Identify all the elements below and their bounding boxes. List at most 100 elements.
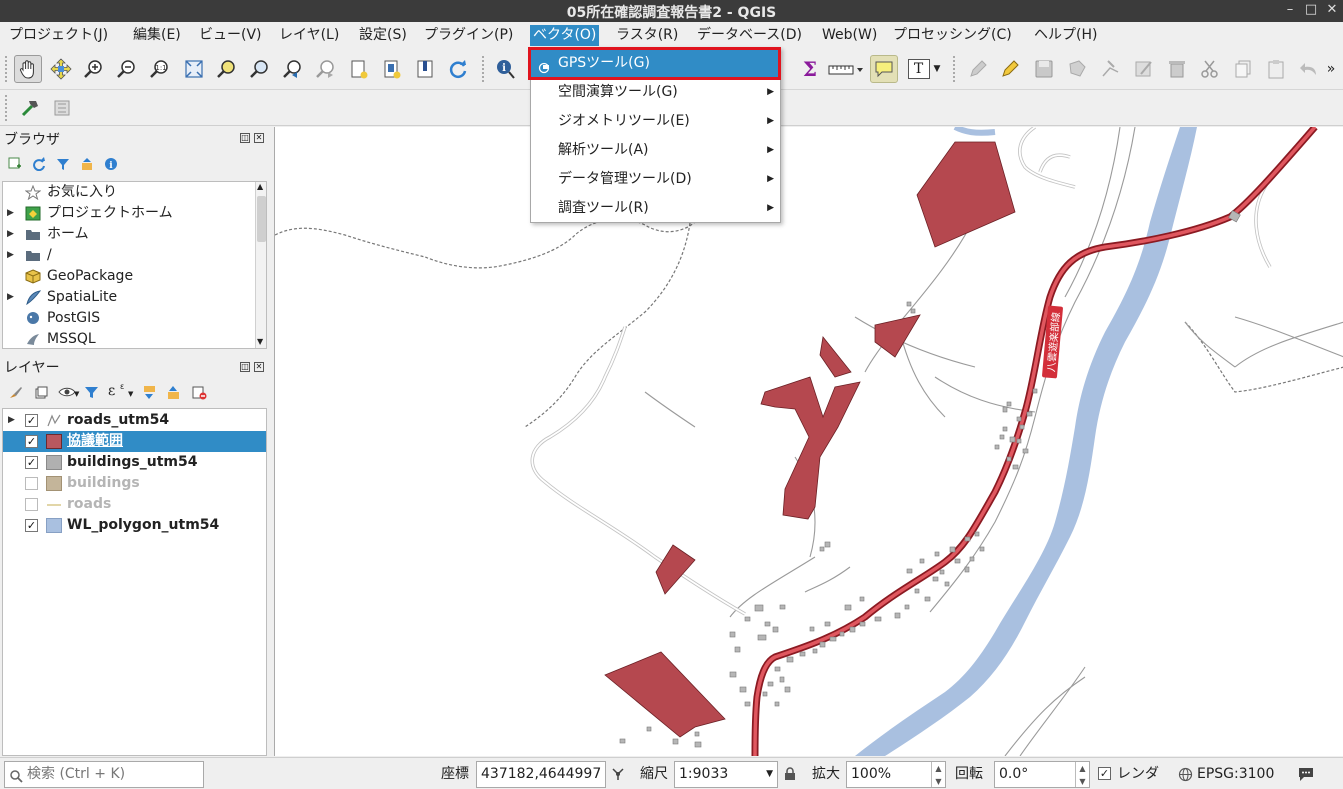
spin-arrows-icon[interactable]: ▲ ▼: [1075, 762, 1089, 787]
chevron-down-icon[interactable]: ▼: [128, 390, 133, 398]
delete-selected-button[interactable]: [1163, 55, 1191, 83]
measure-button[interactable]: [826, 55, 866, 83]
magnifier-spinbox[interactable]: 100% ▲ ▼: [846, 761, 946, 788]
menu-vector[interactable]: ベクタ(O): [530, 25, 600, 46]
toolbar-overflow-button[interactable]: »: [1322, 55, 1340, 83]
zoom-to-selection-button[interactable]: [213, 55, 241, 83]
collapse-all-icon[interactable]: [80, 157, 94, 175]
menu-item-gps-tools[interactable]: GPSツール(G): [531, 49, 780, 78]
chevron-down-icon[interactable]: ▼: [74, 390, 79, 398]
expand-arrow-icon[interactable]: ▶: [7, 245, 14, 266]
save-edits-button[interactable]: [1030, 55, 1058, 83]
map-svg[interactable]: 八雲遊楽部線: [275, 127, 1343, 756]
toolbar-grip[interactable]: [482, 56, 486, 82]
processing-toolbox-button[interactable]: [16, 94, 44, 122]
spin-arrows-icon[interactable]: ▲ ▼: [931, 762, 945, 787]
layer-visibility-checkbox[interactable]: [25, 498, 38, 511]
text-annotation-button[interactable]: T ▼: [904, 55, 944, 83]
layer-row-buildings[interactable]: buildings: [3, 473, 266, 494]
layer-visibility-checkbox[interactable]: ✓: [25, 435, 38, 448]
layer-row-wl-polygon-utm54[interactable]: ✓ WL_polygon_utm54: [3, 515, 266, 536]
coordinate-field[interactable]: 437182,4644997: [476, 761, 606, 788]
zoom-full-button[interactable]: [180, 55, 208, 83]
float-panel-icon[interactable]: ◫: [240, 362, 250, 372]
menu-view[interactable]: ビュー(V): [196, 25, 265, 46]
expand-arrow-icon[interactable]: ▶: [7, 203, 14, 224]
layer-row-buildings-utm54[interactable]: ✓ buildings_utm54: [3, 452, 266, 473]
filter-icon[interactable]: [84, 385, 99, 404]
layers-tree[interactable]: ▶ ✓ roads_utm54 ✓ 協議範囲 ✓ buildings_utm54…: [2, 408, 267, 756]
expand-arrow-icon[interactable]: ▶: [7, 224, 14, 245]
cut-features-button[interactable]: [1196, 55, 1224, 83]
browser-tree[interactable]: お気に入り ▶ プロジェクトホーム ▶ ホーム ▶ / GeoPackage ▶…: [2, 181, 267, 349]
collapse-all-icon[interactable]: [166, 385, 181, 404]
layer-row-survey-area[interactable]: ✓ 協議範囲: [3, 431, 266, 452]
current-edits-button[interactable]: [964, 55, 992, 83]
menu-plugins[interactable]: プラグイン(P): [421, 25, 516, 46]
toolbar-grip[interactable]: [5, 56, 9, 82]
browser-item-geopackage[interactable]: GeoPackage: [3, 266, 255, 287]
remove-layer-icon[interactable]: [192, 385, 207, 404]
close-button[interactable]: ✕: [1324, 2, 1340, 18]
zoom-next-button[interactable]: [312, 55, 340, 83]
close-panel-icon[interactable]: ✕: [254, 133, 264, 143]
browser-item-mssql[interactable]: MSSQL: [3, 329, 255, 348]
messages-icon[interactable]: [1297, 766, 1315, 786]
style-brush-icon[interactable]: [8, 385, 23, 404]
refresh-icon[interactable]: [32, 157, 46, 175]
zoom-last-button[interactable]: [279, 55, 307, 83]
scroll-up-icon[interactable]: ▲: [257, 182, 263, 191]
minimize-button[interactable]: –: [1282, 2, 1298, 18]
filter-icon[interactable]: [56, 157, 70, 175]
paste-features-button[interactable]: [1262, 55, 1290, 83]
expand-all-icon[interactable]: [142, 385, 157, 404]
crs-button[interactable]: EPSG:3100: [1197, 761, 1274, 788]
render-checkbox[interactable]: ✓: [1098, 767, 1111, 780]
expression-filter-icon[interactable]: ε: [108, 383, 115, 399]
menu-database[interactable]: データベース(D): [694, 25, 805, 46]
toolbar-grip[interactable]: [5, 95, 9, 121]
toolbar-grip[interactable]: [953, 56, 957, 82]
scrollbar-thumb[interactable]: [257, 196, 266, 242]
chevron-down-icon[interactable]: ▼: [766, 762, 773, 787]
show-bookmarks-button[interactable]: [378, 55, 406, 83]
menu-item-analysis-tools[interactable]: 解析ツール(A) ▶: [531, 136, 780, 165]
menu-item-geometry-tools[interactable]: ジオメトリツール(E) ▶: [531, 107, 780, 136]
menu-layer[interactable]: レイヤ(L): [276, 25, 342, 46]
close-panel-icon[interactable]: ✕: [254, 362, 264, 372]
expand-arrow-icon[interactable]: ▶: [8, 410, 15, 431]
map-canvas[interactable]: 八雲遊楽部線: [274, 127, 1343, 756]
menu-project[interactable]: プロジェクト(J): [6, 25, 111, 46]
pan-to-selection-button[interactable]: [47, 55, 75, 83]
new-bookmark-button[interactable]: [345, 55, 373, 83]
layer-visibility-checkbox[interactable]: ✓: [25, 414, 38, 427]
browser-item-project-home[interactable]: ▶ プロジェクトホーム: [3, 203, 255, 224]
zoom-native-button[interactable]: 1:1: [146, 55, 174, 83]
map-tips-button[interactable]: [870, 55, 898, 83]
layer-row-roads[interactable]: roads: [3, 494, 266, 515]
zoom-out-button[interactable]: [113, 55, 141, 83]
add-selected-icon[interactable]: [8, 157, 22, 175]
menu-item-research-tools[interactable]: 調査ツール(R) ▶: [531, 194, 780, 223]
copy-features-button[interactable]: [1229, 55, 1257, 83]
lock-scale-icon[interactable]: [784, 767, 796, 785]
layer-visibility-checkbox[interactable]: ✓: [25, 456, 38, 469]
add-feature-button[interactable]: [1064, 55, 1092, 83]
menu-item-data-management-tools[interactable]: データ管理ツール(D) ▶: [531, 165, 780, 194]
zoom-in-button[interactable]: [80, 55, 108, 83]
undo-button[interactable]: [1295, 55, 1323, 83]
layer-row-roads-utm54[interactable]: ▶ ✓ roads_utm54: [3, 410, 266, 431]
browser-item-home[interactable]: ▶ ホーム: [3, 224, 255, 245]
toggle-editing-button[interactable]: [996, 55, 1024, 83]
browser-item-spatialite[interactable]: ▶ SpatiaLite: [3, 287, 255, 308]
menu-settings[interactable]: 設定(S): [356, 25, 410, 46]
browser-item-favorites[interactable]: お気に入り: [3, 182, 255, 203]
statistics-button[interactable]: Σ: [796, 55, 824, 83]
globe-icon[interactable]: [1178, 767, 1193, 786]
menu-processing[interactable]: プロセッシング(C): [890, 25, 1015, 46]
menu-web[interactable]: Web(W): [819, 25, 880, 46]
browser-scrollbar[interactable]: ▲ ▼: [255, 182, 266, 348]
layer-visibility-checkbox[interactable]: ✓: [25, 519, 38, 532]
modify-attributes-button[interactable]: [1130, 55, 1158, 83]
coordinate-toggle-icon[interactable]: [610, 766, 626, 786]
